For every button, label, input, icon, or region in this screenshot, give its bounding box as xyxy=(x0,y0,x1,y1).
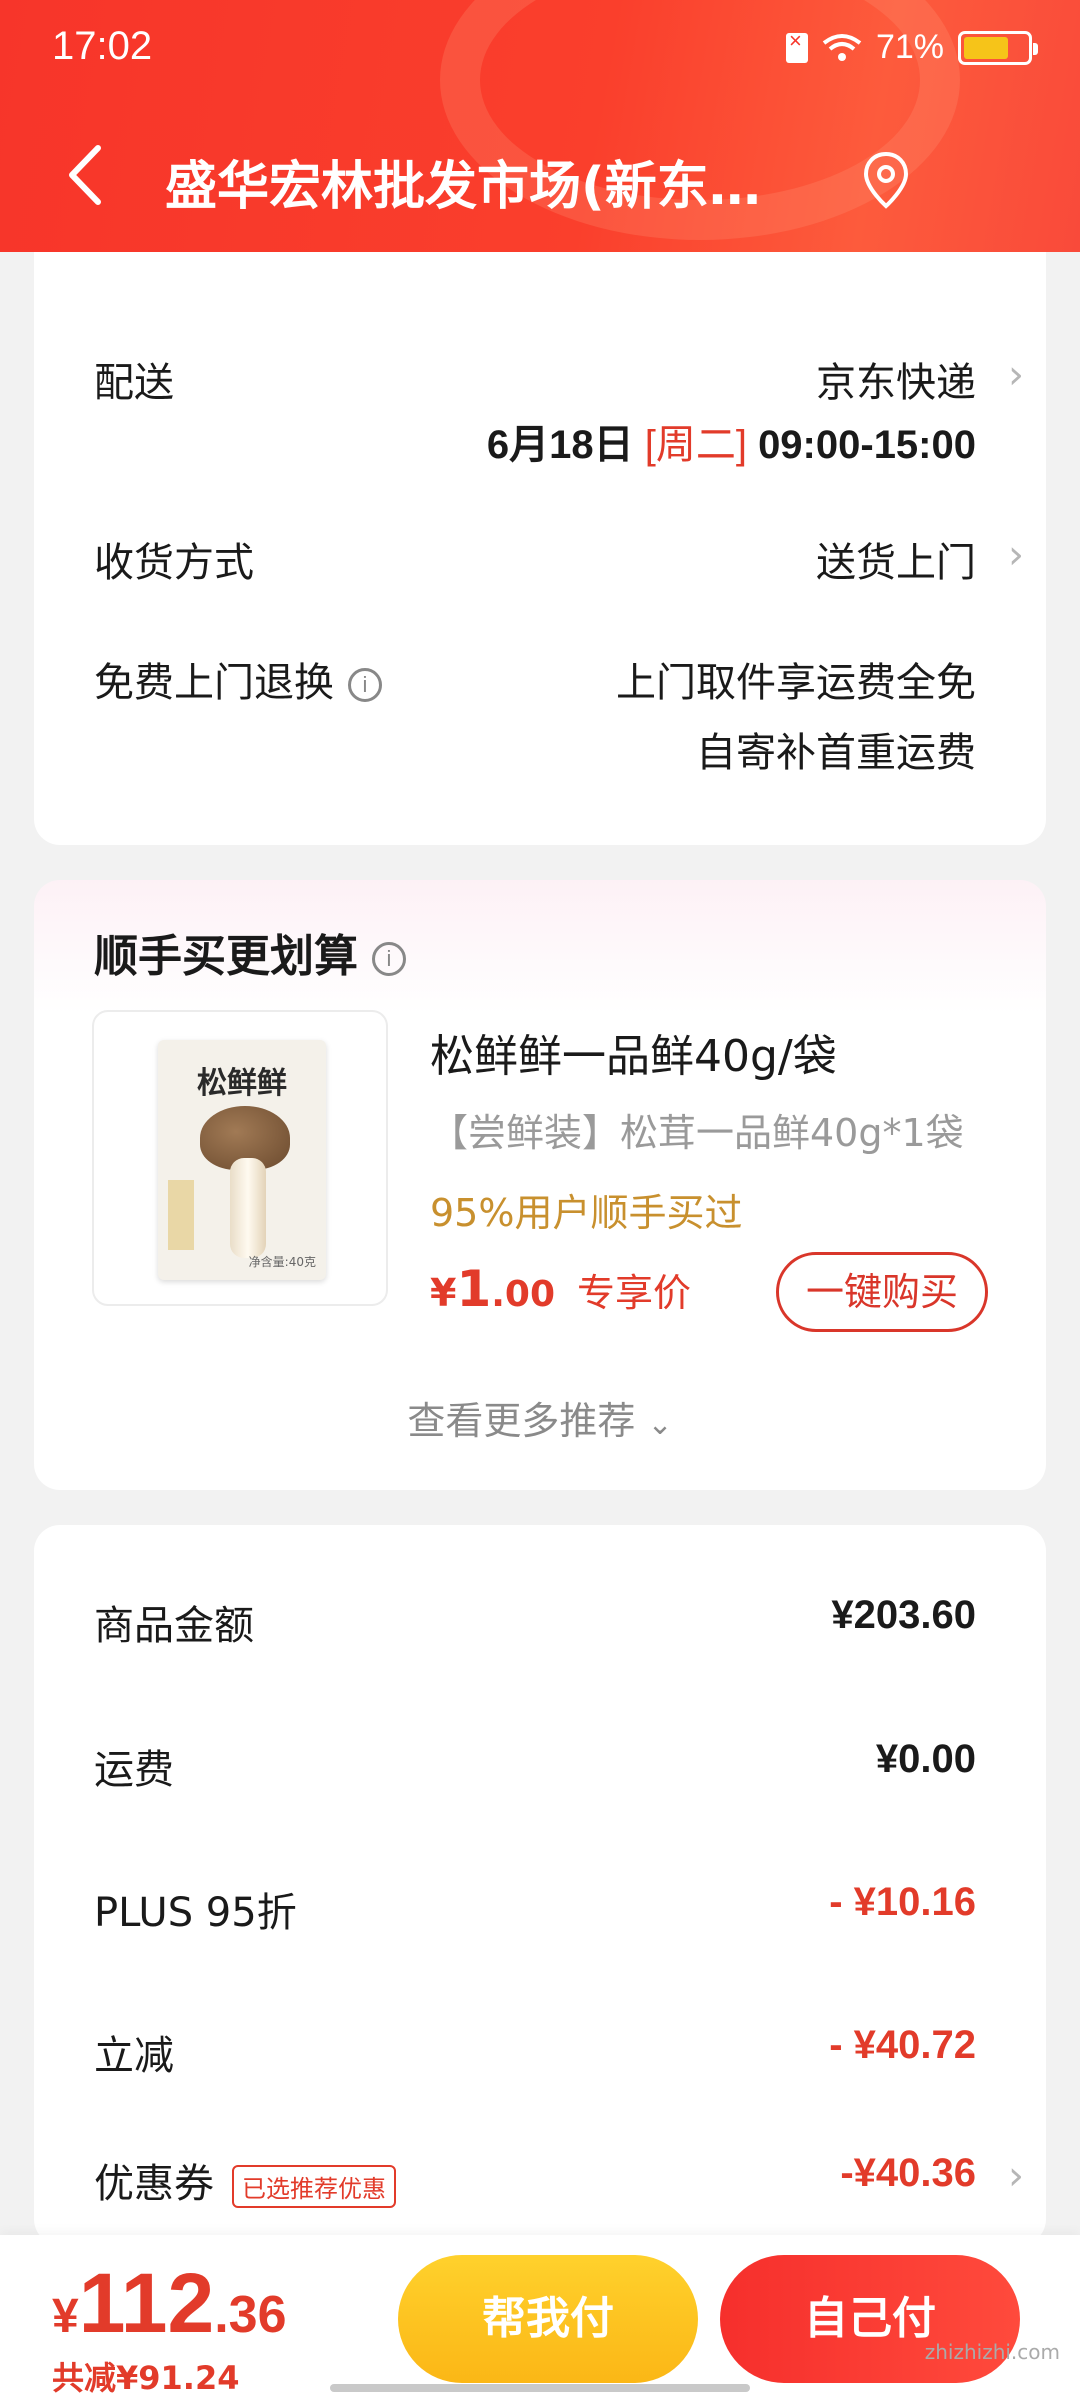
total-price: ¥112.36 xyxy=(52,2255,287,2352)
price-int: 1 xyxy=(456,1260,492,1318)
product-image[interactable]: 松鲜鲜 净含量:40克 xyxy=(92,1010,388,1306)
receive-value: 送货上门 xyxy=(816,540,976,586)
sim-icon xyxy=(785,28,808,63)
price-tag: 专享价 xyxy=(577,1271,692,1315)
addon-title-text: 顺手买更划算 xyxy=(94,931,358,982)
price-summary-card: 商品金额 ¥203.60 运费 ¥0.00 PLUS 95折 - ¥10.16 … xyxy=(34,1525,1046,2245)
product-bag-brand: 松鲜鲜 xyxy=(197,1066,287,1101)
receive-label: 收货方式 xyxy=(94,540,254,586)
price-dec: .00 xyxy=(491,1274,556,1315)
return-label: 免费上门退换 i xyxy=(94,650,382,708)
more-recommend-text: 查看更多推荐 xyxy=(407,1399,636,1443)
battery-percent: 71% xyxy=(875,28,944,66)
wifi-icon xyxy=(822,33,862,61)
one-click-buy-button[interactable]: 一键购买 xyxy=(776,1252,988,1332)
return-row: 免费上门退换 i 上门取件享运费全免 自寄补首重运费 xyxy=(94,650,976,780)
total-symbol: ¥ xyxy=(52,2290,79,2343)
return-label-text: 免费上门退换 xyxy=(94,660,334,706)
addon-title: 顺手买更划算 i xyxy=(94,920,406,984)
delivery-carrier: 京东快递 xyxy=(816,360,976,406)
delivery-window: 09:00-15:00 xyxy=(758,423,976,467)
product-bought-stat: 95%用户顺手买过 xyxy=(430,1191,743,1235)
bottom-bar: ¥112.36 共减¥91.24 帮我付 自己付 xyxy=(0,2235,1080,2400)
total-saved: 共减¥91.24 xyxy=(52,2359,240,2397)
delivery-card: 配送 京东快递 › 6月18日 [周二] 09:00-15:00 收货方式 送货… xyxy=(34,200,1046,845)
summary-row-shipping: 运费 ¥0.00 xyxy=(94,1737,976,1795)
back-arrow-icon[interactable] xyxy=(60,140,110,210)
summary-row-coupon[interactable]: 优惠券 已选推荐优惠 -¥40.36 › xyxy=(94,2151,1024,2209)
summary-label: 立减 xyxy=(94,2033,174,2079)
info-icon[interactable]: i xyxy=(348,668,382,702)
status-icons: 71% xyxy=(785,28,1038,67)
status-bar: 17:02 71% xyxy=(0,0,1080,100)
summary-label: 运费 xyxy=(94,1747,174,1793)
product-subtitle: 【尝鲜装】松茸一品鲜40g*1袋 xyxy=(430,1111,964,1155)
delivery-time: 6月18日 [周二] 09:00-15:00 xyxy=(487,412,976,470)
battery-icon xyxy=(958,30,1038,65)
location-pin-icon[interactable] xyxy=(860,150,912,210)
summary-row-plus: PLUS 95折 - ¥10.16 xyxy=(94,1880,976,1938)
total-int: 112 xyxy=(78,2256,215,2350)
more-recommend-link[interactable]: 查看更多推荐 ⌄ xyxy=(34,1390,1046,1445)
total-dec: .36 xyxy=(214,2286,287,2344)
receive-row[interactable]: 收货方式 送货上门 › xyxy=(94,530,1024,590)
chevron-right-icon: › xyxy=(1008,2153,1024,2199)
page-title: 盛华宏林批发市场(新东… xyxy=(165,157,761,217)
return-line2: 自寄补首重运费 xyxy=(696,730,976,776)
price-symbol: ¥ xyxy=(430,1271,457,1315)
summary-value: -¥40.36 xyxy=(840,2151,976,2195)
status-time: 17:02 xyxy=(52,24,153,68)
summary-label: PLUS 95折 xyxy=(94,1890,297,1936)
product-bag-illustration: 松鲜鲜 净含量:40克 xyxy=(158,1040,326,1280)
summary-value: - ¥40.72 xyxy=(829,2023,976,2067)
chevron-right-icon: › xyxy=(1008,352,1024,398)
product-name[interactable]: 松鲜鲜一品鲜40g/袋 xyxy=(430,1020,837,1084)
help-pay-button[interactable]: 帮我付 xyxy=(398,2255,698,2383)
delivery-label: 配送 xyxy=(94,360,174,406)
summary-row-goods: 商品金额 ¥203.60 xyxy=(94,1593,976,1651)
mushroom-stem xyxy=(230,1158,266,1258)
summary-value: - ¥10.16 xyxy=(829,1880,976,1924)
summary-value: ¥203.60 xyxy=(831,1593,976,1637)
product-price: ¥1.00 专享价 xyxy=(430,1260,691,1318)
product-bag-net: 净含量:40克 xyxy=(248,1255,316,1269)
addon-card: 顺手买更划算 i 松鲜鲜 净含量:40克 松鲜鲜一品鲜40g/袋 【尝鲜装】松茸一… xyxy=(34,880,1046,1490)
chevron-down-icon: ⌄ xyxy=(647,1407,673,1442)
top-header: 17:02 71% 盛华宏林批发市场(新东… xyxy=(0,0,1080,252)
return-line1: 上门取件享运费全免 xyxy=(616,660,976,706)
summary-label: 优惠券 xyxy=(94,2161,214,2207)
delivery-row[interactable]: 配送 京东快递 › 6月18日 [周二] 09:00-15:00 xyxy=(94,350,1024,470)
summary-row-discount: 立减 - ¥40.72 xyxy=(94,2023,976,2081)
summary-label: 商品金额 xyxy=(94,1603,254,1649)
coupon-badge: 已选推荐优惠 xyxy=(232,2164,396,2208)
bag-label xyxy=(168,1180,194,1250)
home-indicator[interactable] xyxy=(330,2384,750,2392)
delivery-date: 6月18日 xyxy=(486,423,634,467)
summary-value: ¥0.00 xyxy=(875,1737,976,1781)
chevron-right-icon: › xyxy=(1008,532,1024,578)
nav-bar: 盛华宏林批发市场(新东… xyxy=(0,130,1080,230)
watermark: zhizhizhi.com xyxy=(924,2340,1060,2364)
info-icon[interactable]: i xyxy=(372,942,406,976)
delivery-weekday: [周二] xyxy=(644,423,747,467)
